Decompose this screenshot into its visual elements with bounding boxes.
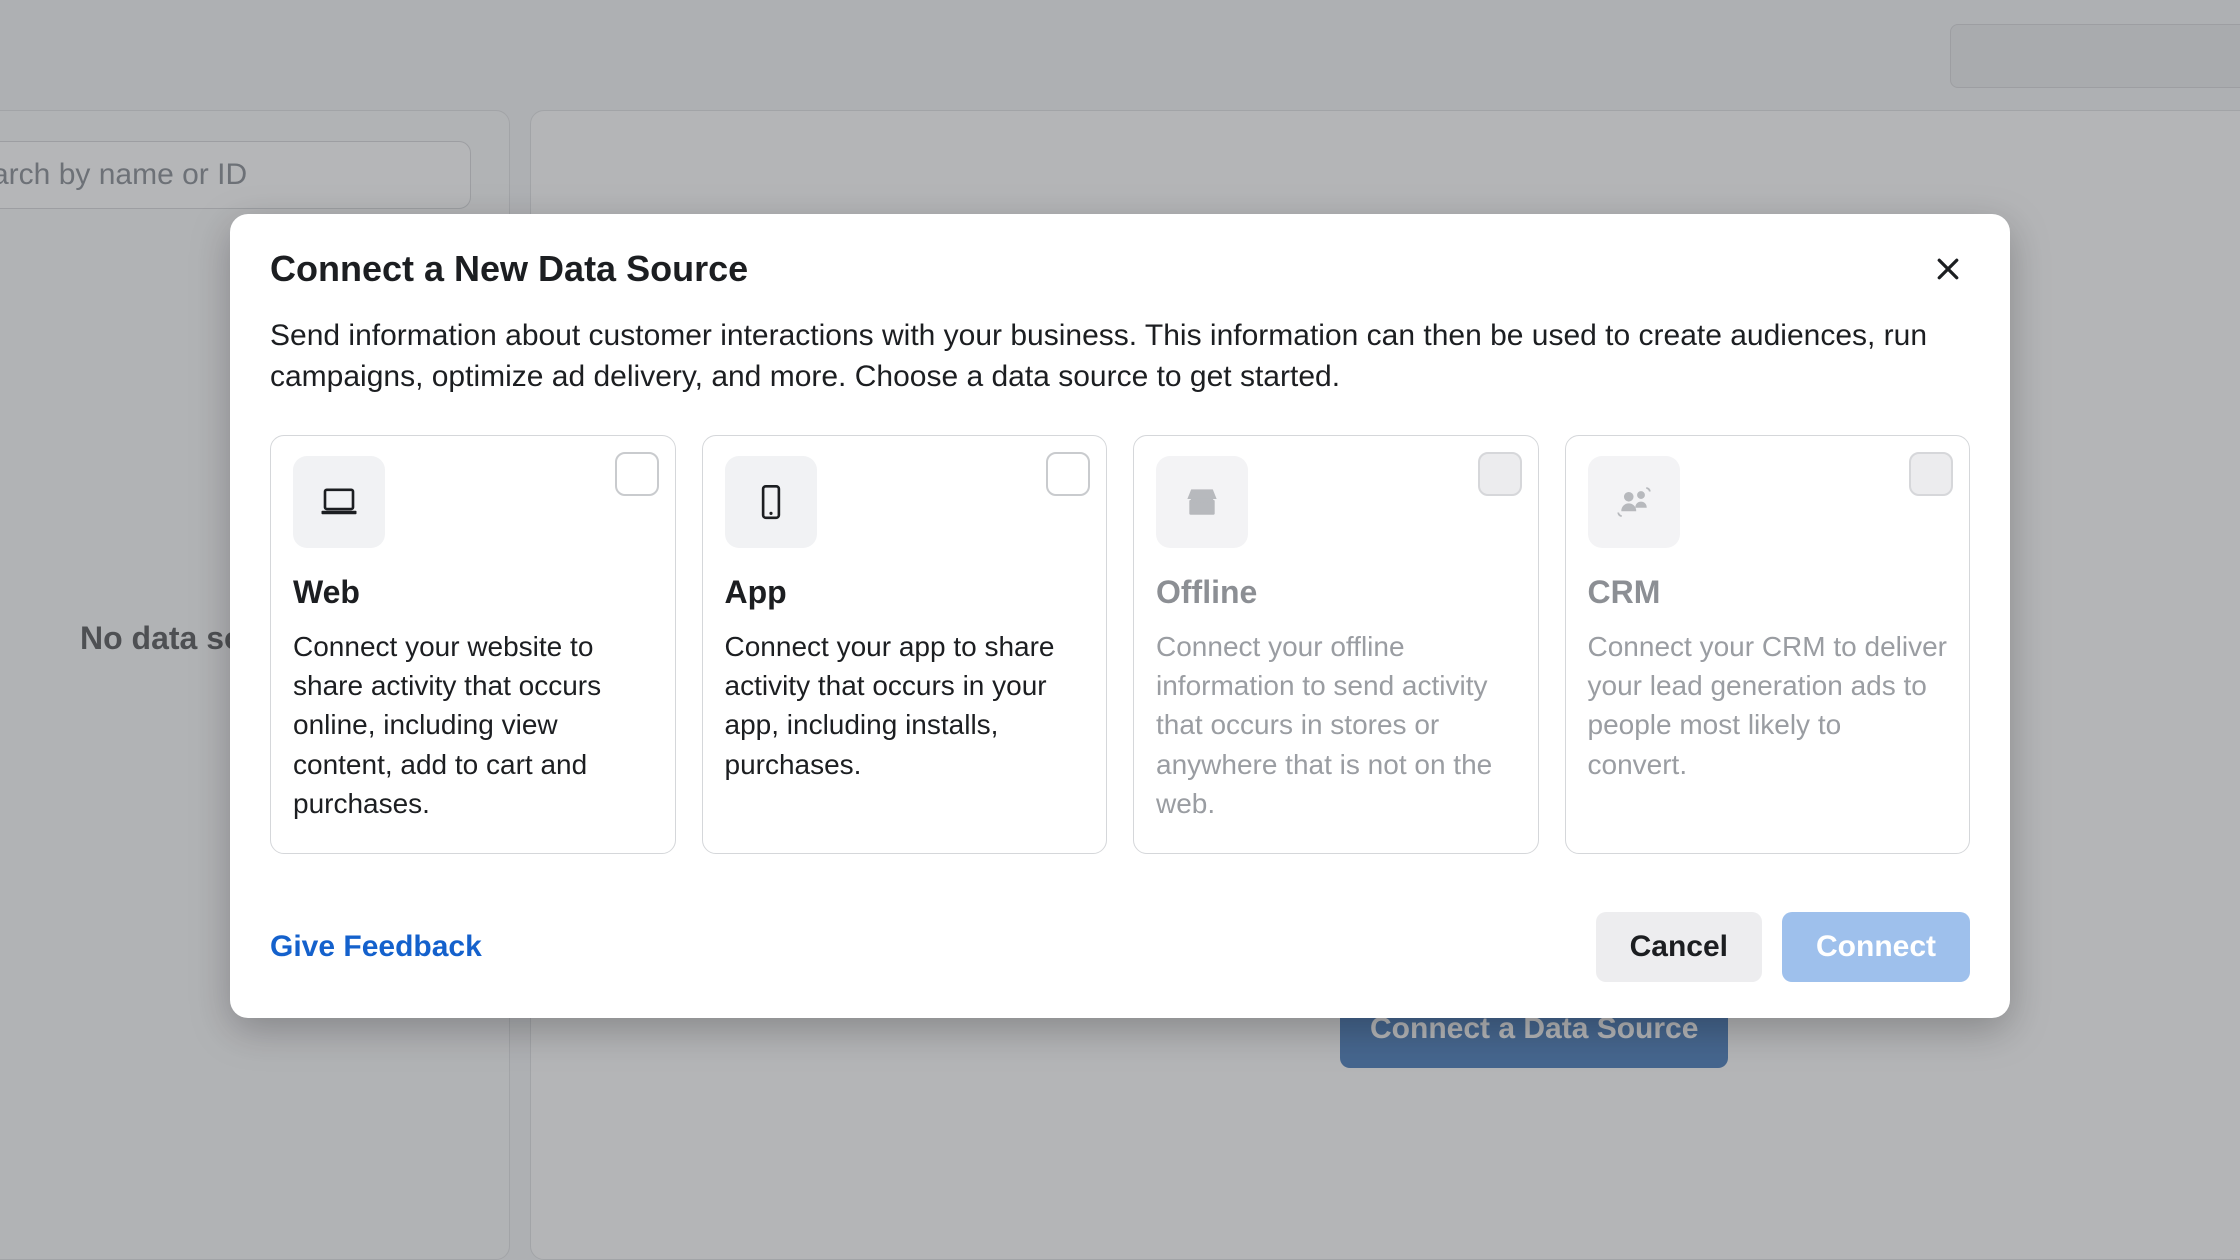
card-app-desc: Connect your app to share activity that … [725,627,1085,784]
modal-title: Connect a New Data Source [270,248,748,290]
laptop-icon [293,456,385,548]
card-crm-title: CRM [1588,574,1948,611]
connect-button: Connect [1782,912,1970,982]
card-web-title: Web [293,574,653,611]
give-feedback-link[interactable]: Give Feedback [270,930,482,964]
card-web[interactable]: Web Connect your website to share activi… [270,435,676,854]
modal-description: Send information about customer interact… [270,316,1960,397]
radio-app[interactable] [1046,452,1090,496]
card-crm-desc: Connect your CRM to deliver your lead ge… [1588,627,1948,784]
modal-header: Connect a New Data Source [270,248,1970,292]
card-crm: CRM Connect your CRM to deliver your lea… [1565,435,1971,854]
card-offline-title: Offline [1156,574,1516,611]
radio-web[interactable] [615,452,659,496]
radio-crm [1909,452,1953,496]
cancel-button[interactable]: Cancel [1596,912,1762,982]
card-web-desc: Connect your website to share activity t… [293,627,653,823]
close-icon [1933,254,1963,287]
connect-data-source-modal: Connect a New Data Source Send informati… [230,214,2010,1018]
data-source-cards: Web Connect your website to share activi… [270,435,1970,854]
card-offline-desc: Connect your offline information to send… [1156,627,1516,823]
card-app[interactable]: App Connect your app to share activity t… [702,435,1108,854]
people-sync-icon [1588,456,1680,548]
close-button[interactable] [1926,248,1970,292]
storefront-icon [1156,456,1248,548]
radio-offline [1478,452,1522,496]
card-offline: Offline Connect your offline information… [1133,435,1539,854]
smartphone-icon [725,456,817,548]
footer-buttons: Cancel Connect [1596,912,1970,982]
card-app-title: App [725,574,1085,611]
modal-footer: Give Feedback Cancel Connect [270,912,1970,982]
